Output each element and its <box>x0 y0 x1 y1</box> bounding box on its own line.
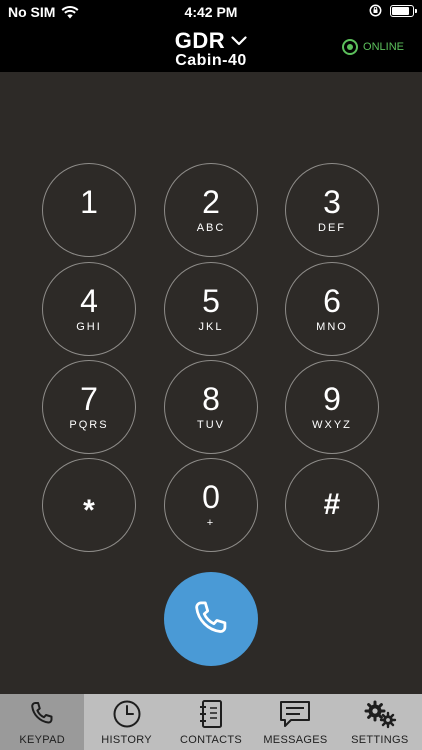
tab-bar: KEYPAD HISTORY CONTACTS MESSAGES SETTING… <box>0 694 422 750</box>
key-digit: 6 <box>323 283 341 319</box>
tab-contacts[interactable]: CONTACTS <box>169 694 253 750</box>
key-5[interactable]: 5 JKL <box>164 262 258 356</box>
key-digit: * <box>83 494 95 527</box>
key-digit: 9 <box>323 381 341 417</box>
key-digit: # <box>323 488 341 521</box>
gears-icon <box>364 700 397 729</box>
tab-label: HISTORY <box>101 734 152 746</box>
key-star[interactable]: * <box>42 458 136 552</box>
battery-fill <box>392 6 409 15</box>
key-digit: 7 <box>80 381 98 417</box>
tab-label: KEYPAD <box>19 734 66 746</box>
key-hash[interactable]: # <box>285 458 379 552</box>
battery-icon <box>390 4 417 17</box>
key-digit: 1 <box>80 184 98 220</box>
tab-keypad[interactable]: KEYPAD <box>0 694 85 750</box>
key-3[interactable]: 3 DEF <box>285 163 379 257</box>
key-letters: JKL <box>198 321 224 333</box>
phone-icon <box>31 702 53 724</box>
key-4[interactable]: 4 GHI <box>42 262 136 356</box>
key-digit: 4 <box>80 283 98 319</box>
key-letters: PQRS <box>69 419 109 431</box>
status-bar: No SIM 4:42 PM <box>0 0 422 24</box>
header: GDR Cabin-40 ONLINE <box>0 24 422 72</box>
key-letters: WXYZ <box>312 419 352 431</box>
chevron-down-icon <box>231 36 247 46</box>
key-letters: MNO <box>316 321 348 333</box>
key-letters: TUV <box>197 419 225 431</box>
status-time: 4:42 PM <box>184 4 238 20</box>
online-status-label: ONLINE <box>363 41 404 53</box>
tab-settings[interactable]: SETTINGS <box>338 694 422 750</box>
tab-label: CONTACTS <box>179 734 243 746</box>
key-digit: 2 <box>202 184 220 220</box>
key-letters: GHI <box>76 321 102 333</box>
key-digit: 8 <box>202 381 220 417</box>
tab-history[interactable]: HISTORY <box>84 694 168 750</box>
key-letters: ABC <box>196 222 226 234</box>
key-digit: 5 <box>202 283 220 319</box>
key-letters: + <box>206 517 216 529</box>
address-book-icon <box>200 700 223 728</box>
key-2[interactable]: 2 ABC <box>164 163 258 257</box>
tab-label: SETTINGS <box>351 734 409 746</box>
key-9[interactable]: 9 WXYZ <box>285 360 379 454</box>
key-digit: 3 <box>323 184 341 220</box>
key-1[interactable]: 1 <box>42 163 136 257</box>
key-digit: 0 <box>202 479 220 515</box>
phone-icon <box>195 601 227 633</box>
tab-label: MESSAGES <box>263 734 328 746</box>
call-button[interactable] <box>164 572 258 666</box>
orientation-lock-icon <box>369 4 382 17</box>
tab-messages[interactable]: MESSAGES <box>253 694 337 750</box>
key-7[interactable]: 7 PQRS <box>42 360 136 454</box>
keypad: 1 2 ABC 3 DEF 4 GHI 5 JKL 6 MNO 7 PQRS 8… <box>0 72 422 694</box>
key-0[interactable]: 0 + <box>164 458 258 552</box>
header-title: GDR <box>174 28 226 53</box>
key-letters: DEF <box>318 222 346 234</box>
message-icon <box>280 701 311 727</box>
online-indicator-icon <box>342 39 359 55</box>
clock-icon <box>113 700 141 728</box>
key-6[interactable]: 6 MNO <box>285 262 379 356</box>
key-8[interactable]: 8 TUV <box>164 360 258 454</box>
online-status: ONLINE <box>342 39 404 55</box>
status-right <box>369 4 417 17</box>
